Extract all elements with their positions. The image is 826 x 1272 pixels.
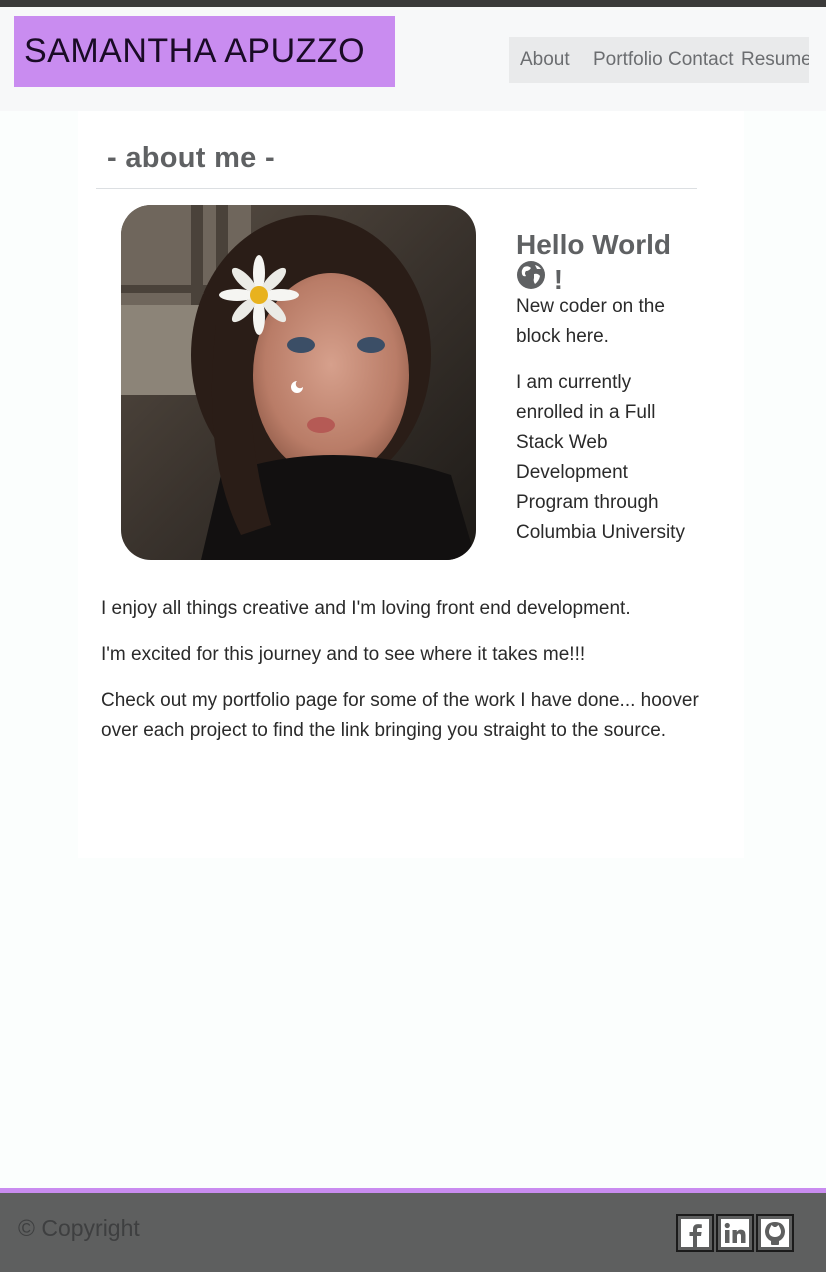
greeting-heading: Hello World ! xyxy=(516,227,696,298)
intro-paragraph: New coder on the block here. xyxy=(516,296,665,347)
facebook-icon xyxy=(681,1219,709,1247)
facebook-link[interactable] xyxy=(676,1214,714,1252)
greeting-suffix: ! xyxy=(553,264,564,295)
linkedin-link[interactable] xyxy=(716,1214,754,1252)
github-icon xyxy=(761,1219,789,1247)
nav-link-contact[interactable]: Contact xyxy=(668,49,741,71)
greeting-text: Hello World xyxy=(516,229,672,260)
brand-last-name: APUZZO xyxy=(224,32,366,70)
title-divider xyxy=(96,188,697,189)
enrollment-paragraph: I am currently enrolled in a Full Stack … xyxy=(516,372,685,543)
github-link[interactable] xyxy=(756,1214,794,1252)
top-strip xyxy=(0,0,826,7)
profile-photo-image xyxy=(121,205,476,560)
nav-link-portfolio[interactable]: Portfolio xyxy=(593,49,668,71)
nav-link-resume[interactable]: Resume xyxy=(741,49,809,71)
profile-photo xyxy=(121,205,476,560)
nav-links: About Portfolio Contact Resume xyxy=(509,37,809,83)
brand-logo[interactable]: SAMANTHA APUZZO xyxy=(14,16,395,87)
brand-first-name: SAMANTHA xyxy=(24,32,217,70)
navbar: SAMANTHA APUZZO About Portfolio Contact … xyxy=(0,7,826,111)
creative-paragraph: I enjoy all things creative and I'm lovi… xyxy=(101,598,631,619)
portfolio-note-paragraph: Check out my portfolio page for some of … xyxy=(101,690,699,741)
journey-paragraph: I'm excited for this journey and to see … xyxy=(101,644,586,665)
nav-link-about[interactable]: About xyxy=(520,49,593,71)
copyright-text: © Copyright xyxy=(18,1215,140,1241)
section-title: - about me - xyxy=(107,142,275,174)
linkedin-icon xyxy=(721,1219,749,1247)
footer: © Copyright xyxy=(0,1193,826,1272)
